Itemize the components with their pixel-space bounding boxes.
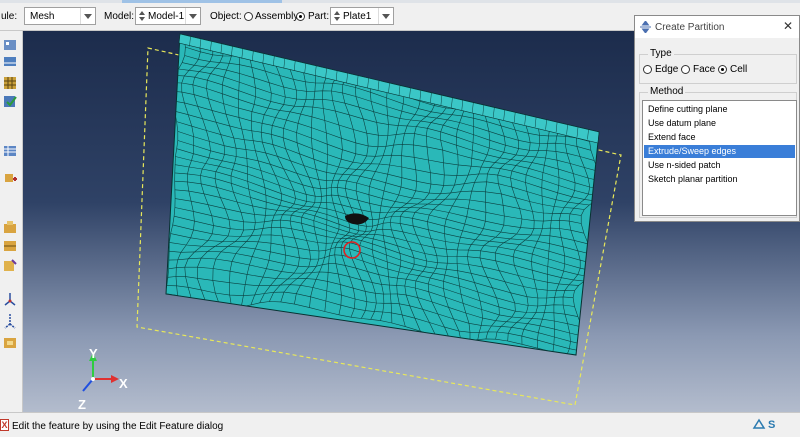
- type-edge-radio[interactable]: [643, 65, 652, 74]
- method-item[interactable]: Define cutting plane: [644, 103, 795, 116]
- spin-arrows-icon: [334, 11, 340, 21]
- element-type-icon[interactable]: [2, 171, 18, 187]
- partition-edge-icon[interactable]: [2, 257, 18, 273]
- chevron-down-icon[interactable]: [378, 8, 393, 24]
- triad-z-label: Z: [78, 397, 86, 412]
- status-message: Edit the feature by using the Edit Featu…: [12, 421, 224, 432]
- brand-logo-icon: [752, 418, 766, 429]
- type-cell-radio[interactable]: [718, 65, 727, 74]
- method-item[interactable]: Use datum plane: [644, 117, 795, 130]
- part-label: Part:: [308, 11, 330, 22]
- model-combo[interactable]: Model-1: [135, 7, 201, 25]
- method-item[interactable]: Sketch planar partition: [644, 173, 795, 186]
- mesh-part-icon[interactable]: [2, 75, 18, 91]
- part-radio[interactable]: [296, 12, 305, 21]
- verify-mesh-icon[interactable]: [2, 93, 18, 109]
- seed-edge-icon[interactable]: [2, 53, 18, 69]
- mesh-plate[interactable]: [165, 33, 602, 357]
- datum-axis-icon[interactable]: [2, 313, 18, 329]
- create-partition-dialog: Create Partition ✕ Type Edge Face Cell M…: [634, 15, 800, 222]
- assembly-label: Assembly: [255, 11, 299, 22]
- module-label: ule:: [1, 11, 18, 22]
- object-label: Object:: [210, 11, 242, 22]
- type-group-label: Type: [648, 48, 674, 59]
- method-item[interactable]: Use n-sided patch: [644, 159, 795, 172]
- mesh-controls-icon[interactable]: [2, 143, 18, 159]
- part-value: Plate1: [343, 11, 372, 22]
- status-close-icon[interactable]: X: [0, 419, 9, 431]
- status-bar: X Edit the feature by using the Edit Fea…: [0, 412, 800, 437]
- type-face-label: Face: [693, 64, 716, 75]
- type-cell-label: Cell: [730, 64, 748, 75]
- module-value: Mesh: [30, 11, 55, 22]
- chevron-down-icon[interactable]: [185, 8, 200, 24]
- seed-part-icon[interactable]: [2, 37, 18, 53]
- method-list[interactable]: Define cutting plane Use datum plane Ext…: [642, 100, 797, 216]
- partition-face-icon[interactable]: [2, 237, 18, 253]
- move-arrows-icon: [640, 21, 651, 33]
- datum-point-icon[interactable]: [2, 291, 18, 307]
- brand-text: S: [768, 419, 776, 431]
- model-label: Model:: [104, 11, 135, 22]
- type-edge-label: Edge: [655, 64, 679, 75]
- triad-x-label: X: [119, 376, 128, 391]
- chevron-down-icon[interactable]: [80, 8, 95, 24]
- module-combo[interactable]: Mesh: [24, 7, 96, 25]
- dialog-title: Create Partition: [655, 22, 725, 33]
- triad-y-label: Y: [89, 346, 98, 361]
- spin-arrows-icon: [139, 11, 145, 21]
- feature-manager-icon[interactable]: [2, 335, 18, 351]
- method-group-label: Method: [648, 86, 686, 97]
- method-item[interactable]: Extend face: [644, 131, 795, 144]
- type-face-radio[interactable]: [681, 65, 690, 74]
- method-item-selected[interactable]: Extrude/Sweep edges: [644, 145, 795, 158]
- assembly-radio[interactable]: [244, 12, 253, 21]
- part-combo[interactable]: Plate1: [330, 7, 394, 25]
- model-value: Model-1: [148, 11, 185, 22]
- close-icon[interactable]: ✕: [783, 19, 793, 33]
- left-toolbox: [0, 31, 23, 412]
- dialog-titlebar[interactable]: Create Partition ✕: [635, 16, 799, 38]
- partition-cell-icon[interactable]: [2, 219, 18, 235]
